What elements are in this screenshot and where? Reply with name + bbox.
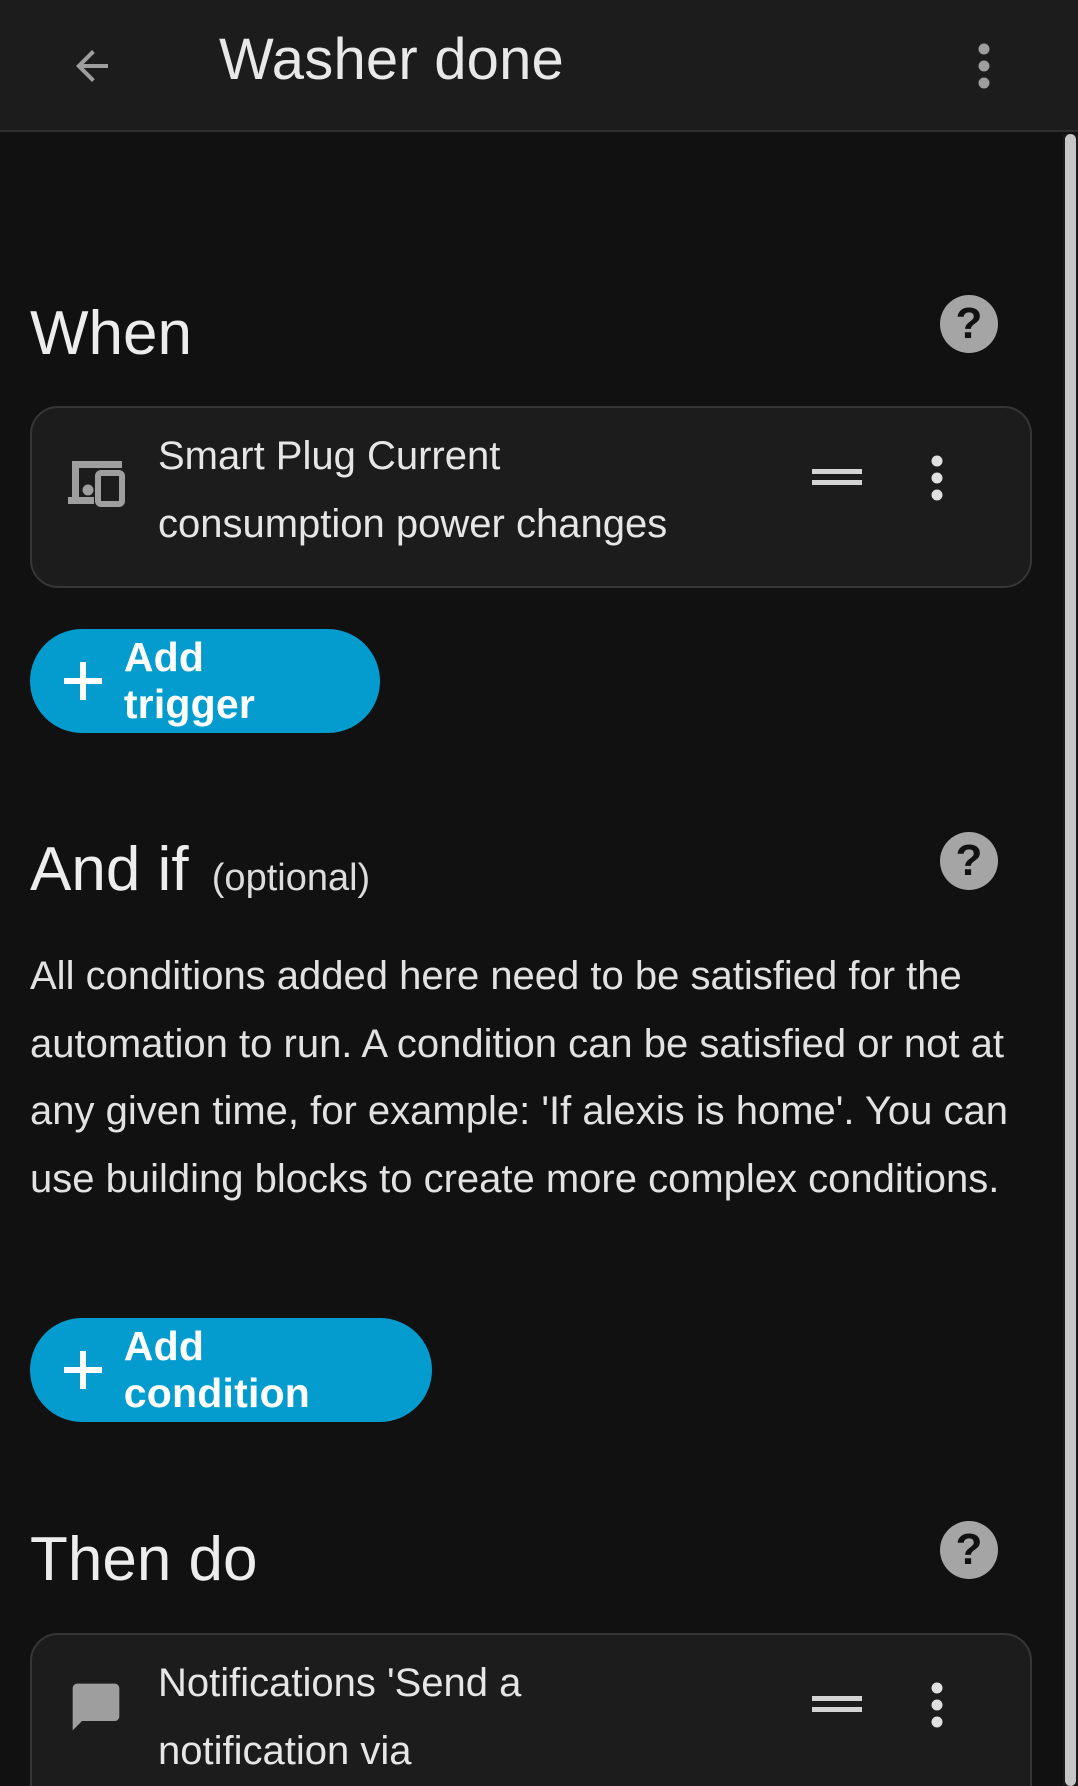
scrollbar-thumb[interactable] [1065, 134, 1076, 1786]
automation-editor: Washer done When ? Smart Plug Current co… [0, 0, 1078, 1786]
scrollbar[interactable] [1063, 134, 1078, 1786]
then-do-section-title: Then do [30, 1525, 258, 1594]
trigger-card[interactable]: Smart Plug Current consumption power cha… [30, 406, 1032, 588]
action-card[interactable]: Notifications 'Send a notification via [30, 1633, 1032, 1786]
arrow-left-icon [76, 50, 108, 82]
conditions-description: All conditions added here need to be sat… [30, 954, 1009, 1201]
page-title: Washer done [219, 27, 565, 92]
optional-label: (optional) [211, 857, 371, 899]
add-condition-button[interactable]: Add condition [30, 1318, 432, 1422]
add-condition-label: Add condition [123, 1323, 311, 1416]
and-if-section-title: And if (optional) [30, 834, 370, 914]
overflow-menu-button[interactable] [944, 26, 1024, 106]
when-section-title: When [30, 299, 192, 368]
then-do-help-button[interactable]: ? [940, 1521, 998, 1579]
dots-vertical-icon [978, 43, 990, 89]
back-button[interactable] [52, 26, 132, 106]
when-help-button[interactable]: ? [940, 295, 998, 353]
help-circle-icon: ? [955, 299, 983, 348]
add-trigger-label: Add trigger [123, 634, 256, 727]
drag-handle-icon[interactable] [802, 442, 872, 512]
plus-icon [62, 1348, 104, 1392]
drag-handle-icon[interactable] [802, 1669, 872, 1739]
message-icon [64, 1675, 128, 1739]
dots-vertical-icon [931, 1682, 943, 1728]
dots-vertical-icon [931, 455, 943, 501]
action-description: Notifications 'Send a notification via [158, 1661, 522, 1773]
action-menu-button[interactable] [902, 1665, 972, 1745]
and-if-title: And if [30, 835, 189, 904]
help-circle-icon: ? [955, 1525, 983, 1574]
devices-icon [64, 450, 128, 514]
add-trigger-button[interactable]: Add trigger [30, 629, 380, 733]
top-app-bar: Washer done [0, 0, 1078, 132]
help-circle-icon: ? [955, 836, 983, 885]
and-if-help-button[interactable]: ? [940, 832, 998, 890]
plus-icon [62, 659, 104, 703]
trigger-description: Smart Plug Current consumption power cha… [158, 434, 668, 546]
trigger-menu-button[interactable] [902, 438, 972, 518]
